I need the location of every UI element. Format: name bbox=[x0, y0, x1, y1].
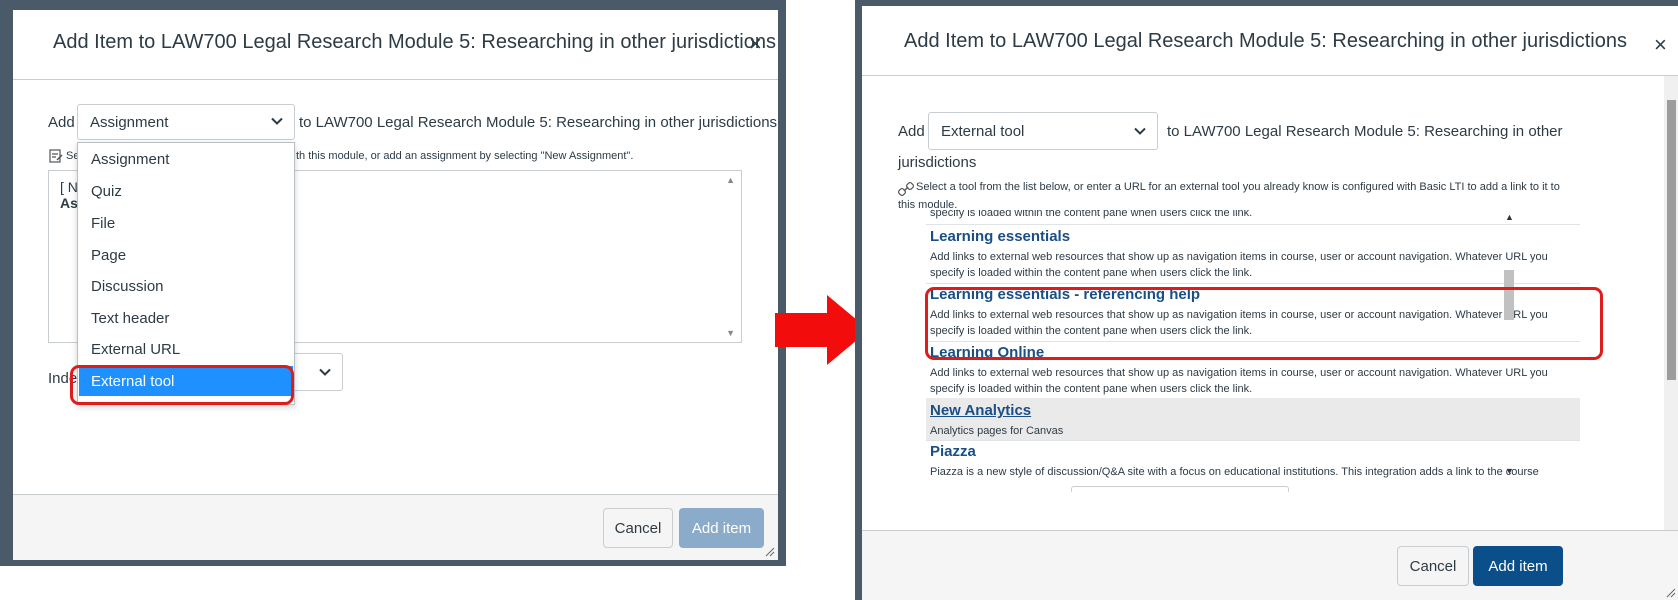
tool-desc-cutoff: specify is loaded within the content pan… bbox=[930, 210, 1253, 219]
right-add-item-button[interactable]: Add item bbox=[1473, 546, 1563, 586]
tool-desc: specify is loaded within the content pan… bbox=[930, 383, 1253, 395]
right-modal-scrollbar[interactable] bbox=[1664, 76, 1678, 530]
left-modal-header: Add Item to LAW700 Legal Research Module… bbox=[13, 10, 778, 80]
tool-desc: Piazza is a new style of discussion/Q&A … bbox=[930, 466, 1539, 478]
scroll-down-icon[interactable]: ▼ bbox=[1505, 466, 1514, 476]
chevron-down-icon bbox=[271, 117, 283, 125]
right-to-module-text-wrap: jurisdictions bbox=[898, 154, 977, 171]
right-modal-scrollbar-thumb[interactable] bbox=[1667, 100, 1676, 380]
left-add-item-button[interactable]: Add item bbox=[679, 508, 764, 548]
left-list-item-new: [ N bbox=[60, 179, 78, 195]
dropdown-option[interactable]: External URL bbox=[79, 334, 293, 364]
right-add-label: Add bbox=[898, 123, 925, 140]
chevron-down-icon bbox=[1134, 127, 1146, 135]
left-item-type-select[interactable]: Assignment bbox=[77, 104, 295, 140]
tool-desc: specify is loaded within the content pan… bbox=[930, 267, 1253, 279]
resize-grip-icon[interactable] bbox=[763, 545, 775, 557]
scroll-up-icon[interactable]: ▲ bbox=[1505, 212, 1514, 222]
link-icon bbox=[898, 181, 914, 197]
left-list-item-group: As bbox=[60, 195, 78, 211]
right-modal-header: Add Item to LAW700 Legal Research Module… bbox=[862, 6, 1678, 76]
right-item-type-select[interactable]: External tool bbox=[928, 112, 1158, 150]
highlight-referencing-help-tool bbox=[925, 287, 1603, 360]
assignment-icon bbox=[49, 149, 63, 163]
highlight-external-tool-option bbox=[70, 365, 294, 405]
left-modal-footer: Cancel Add item bbox=[13, 494, 778, 560]
left-cancel-button[interactable]: Cancel bbox=[603, 508, 673, 548]
dropdown-option[interactable]: Discussion bbox=[79, 271, 293, 301]
url-input-partial[interactable] bbox=[1071, 486, 1289, 492]
tool-name-learning-essentials[interactable]: Learning essentials bbox=[930, 228, 1070, 245]
tool-name-new-analytics[interactable]: New Analytics bbox=[930, 402, 1031, 419]
right-hint-line1: Select a tool from the list below, or en… bbox=[916, 181, 1560, 193]
scroll-down-icon[interactable]: ▼ bbox=[726, 328, 735, 338]
left-to-module-text: to LAW700 Legal Research Module 5: Resea… bbox=[299, 114, 778, 131]
dropdown-option[interactable]: Quiz bbox=[79, 176, 293, 206]
tool-desc: Analytics pages for Canvas bbox=[930, 425, 1064, 437]
dropdown-option[interactable]: File bbox=[79, 208, 293, 238]
scroll-up-icon[interactable]: ▲ bbox=[726, 175, 735, 185]
dropdown-option[interactable]: Assignment bbox=[79, 144, 293, 174]
left-add-label: Add bbox=[48, 114, 75, 131]
right-cancel-button[interactable]: Cancel bbox=[1397, 546, 1469, 586]
right-close-icon[interactable]: × bbox=[1654, 34, 1667, 56]
dropdown-option[interactable]: Page bbox=[79, 240, 293, 270]
right-modal-title: Add Item to LAW700 Legal Research Module… bbox=[904, 30, 1627, 52]
right-modal-footer: Cancel Add item bbox=[862, 530, 1678, 600]
resize-grip-icon[interactable] bbox=[1664, 586, 1676, 598]
left-modal-title: Add Item to LAW700 Legal Research Module… bbox=[53, 31, 776, 53]
divider bbox=[926, 224, 1580, 225]
tool-name-piazza[interactable]: Piazza bbox=[930, 443, 976, 460]
divider bbox=[926, 283, 1580, 284]
divider bbox=[926, 440, 1580, 441]
chevron-down-icon bbox=[319, 368, 331, 376]
right-item-type-value: External tool bbox=[941, 122, 1025, 140]
left-close-icon[interactable]: × bbox=[749, 33, 762, 55]
right-to-module-text: to LAW700 Legal Research Module 5: Resea… bbox=[1167, 123, 1563, 140]
left-item-type-value: Assignment bbox=[90, 113, 169, 131]
left-hint-end: th this module, or add an assignment by … bbox=[296, 150, 634, 162]
screenshot-stage: Add Item to LAW700 Legal Research Module… bbox=[0, 0, 1678, 600]
dropdown-option[interactable]: Text header bbox=[79, 303, 293, 333]
